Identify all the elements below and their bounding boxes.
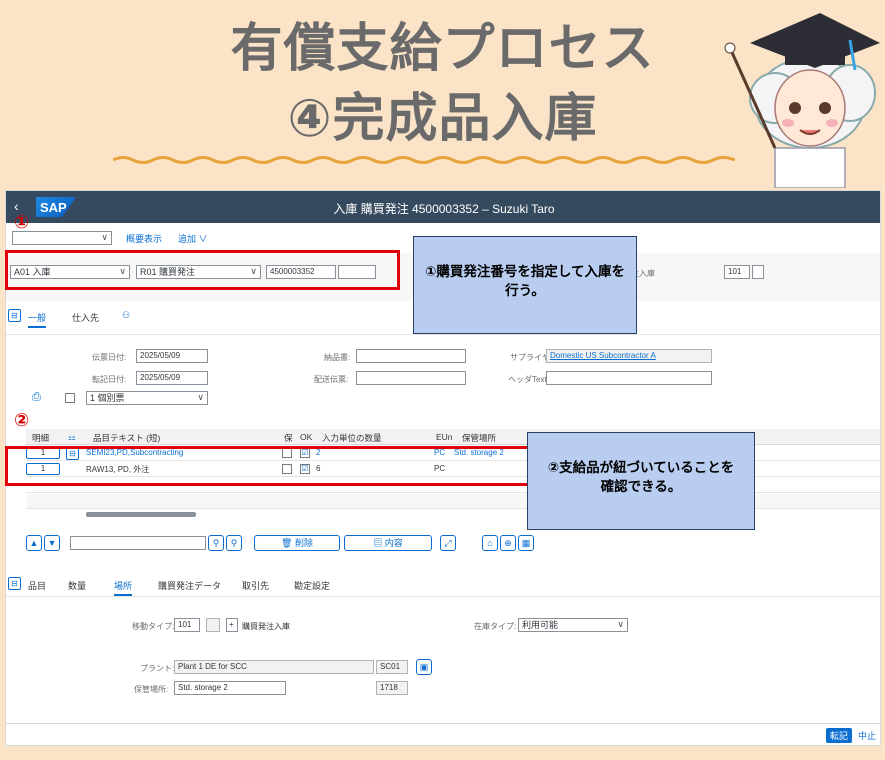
tab-quantity[interactable]: 数量 [68, 579, 86, 592]
contents-button[interactable]: ▤ 内容 [344, 535, 432, 551]
scroll-down-button[interactable]: ▼ [44, 535, 60, 551]
tab-account[interactable]: 勘定設定 [294, 579, 330, 592]
bill-lading-input[interactable] [356, 371, 466, 385]
chevron-down-icon: ∨ [617, 619, 624, 629]
variant-dropdown[interactable]: ∨ [12, 231, 112, 245]
doc-date-input[interactable]: 2025/05/09 [136, 349, 208, 363]
col-sloc: 保管場所 [462, 433, 497, 443]
highlight-box-2 [5, 446, 533, 486]
horizontal-scrollbar[interactable] [86, 512, 196, 517]
detail-tabs: ⊟ 品目 数量 場所 購買発注データ 取引先 勘定設定 [6, 577, 880, 597]
bill-lading-label: 配送伝票: [314, 375, 349, 384]
header-text-label: ヘッダText: [508, 375, 549, 384]
search-icon[interactable]: ⚲ [208, 535, 224, 551]
cancel-button[interactable]: 中止 [858, 729, 876, 742]
movement-desc: 購買発注入庫 [242, 622, 290, 631]
col-unit: EUn [436, 432, 453, 442]
doc-date-label: 伝票日付: [92, 353, 127, 362]
scroll-up-button[interactable]: ▲ [26, 535, 42, 551]
delete-button[interactable]: 🗑 削除 [254, 535, 340, 551]
tab-vendor[interactable]: 仕入先 [72, 311, 99, 324]
movement-type-label: 移動タイプ: [132, 622, 175, 631]
search-next-icon[interactable]: ⚲ [226, 535, 242, 551]
plant-label: プラント: [140, 664, 175, 673]
callout-1: ①購買発注番号を指定して入庫を行う。 [413, 236, 637, 334]
delivery-note-label: 納品書: [324, 353, 351, 362]
step-marker-1: ① [14, 212, 30, 233]
sloc-name-field[interactable]: Std. storage 2 [174, 681, 286, 695]
app-title: 入庫 購買発注 4500003352 – Suzuki Taro [333, 202, 555, 216]
home-icon[interactable]: ⌂ [482, 535, 498, 551]
printer-icon[interactable]: ⎙ [32, 391, 41, 404]
plant-detail-icon[interactable]: ▣ [416, 659, 432, 675]
footer-bar: 転記 中止 [6, 723, 880, 745]
step-marker-2: ② [14, 410, 30, 431]
calendar-icon[interactable]: ▦ [518, 535, 534, 551]
detail-movement-type[interactable]: 101 [174, 618, 200, 632]
plant-name-field: Plant 1 DE for SCC [174, 660, 374, 674]
partners-icon[interactable]: ⚇ [122, 310, 130, 321]
highlight-box-1 [5, 250, 400, 290]
tab-material[interactable]: 品目 [28, 579, 46, 592]
plus-button[interactable]: + [226, 618, 238, 632]
tab-po-data[interactable]: 購買発注データ [158, 579, 221, 592]
print-checkbox[interactable] [65, 393, 75, 403]
post-date-label: 転記日付: [92, 375, 127, 384]
collapse-icon[interactable]: ⊟ [8, 309, 21, 322]
col-qty: 入力単位の数量 [322, 433, 382, 443]
decorative-underline [113, 156, 735, 164]
movement-blank-field [206, 618, 220, 632]
col-text: 品目テキスト (短) [93, 433, 161, 443]
col-item: 明細 [32, 433, 50, 443]
tab-location[interactable]: 場所 [114, 579, 133, 596]
stock-type-dropdown[interactable]: 利用可能 ∨ [518, 618, 628, 632]
grid-settings-icon[interactable]: ⚏ [68, 432, 76, 443]
movement-type-input[interactable]: 101 [724, 265, 750, 279]
tab-partner[interactable]: 取引先 [242, 579, 269, 592]
overview-link[interactable]: 概要表示 [126, 232, 162, 245]
plant-code-field: SC01 [376, 660, 408, 674]
sloc-label: 保管場所: [134, 685, 169, 694]
find-input[interactable] [70, 536, 206, 550]
collapse-icon[interactable]: ⊟ [8, 577, 21, 590]
add-icon[interactable]: ⊕ [500, 535, 516, 551]
chevron-down-icon: ∨ [101, 232, 108, 242]
tab-general[interactable]: 一般 [28, 311, 47, 328]
movement-extra-input[interactable] [752, 265, 764, 279]
expand-icon[interactable]: ⤢ [440, 535, 456, 551]
sloc-code-field: 1718 [376, 681, 408, 695]
delivery-note-input[interactable] [356, 349, 466, 363]
chevron-down-icon: ∨ [197, 392, 204, 402]
professor-illustration [724, 13, 880, 188]
callout-2: ②支給品が紐づいていることを確認できる。 [527, 432, 755, 530]
shell-bar: ‹ SAP 入庫 購買発注 4500003352 – Suzuki Taro [6, 191, 880, 223]
col-ok: OK [300, 432, 313, 442]
post-button[interactable]: 転記 [825, 728, 852, 743]
supplier-field[interactable]: Domestic US Subcontractor A [546, 349, 712, 363]
header-text-input[interactable] [546, 371, 712, 385]
stock-type-label: 在庫タイプ: [474, 622, 517, 631]
col-hold: 保 [284, 433, 293, 443]
print-option-dropdown[interactable]: 1 個別票 ∨ [86, 391, 208, 405]
post-date-input[interactable]: 2025/05/09 [136, 371, 208, 385]
add-menu[interactable]: 追加 ∨ [178, 232, 208, 245]
